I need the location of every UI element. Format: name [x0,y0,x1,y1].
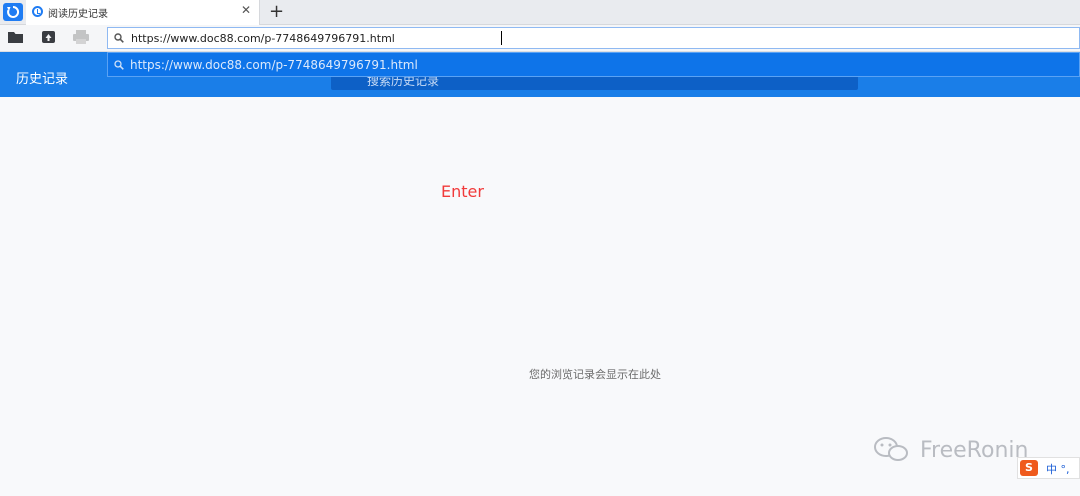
enter-annotation: Enter [441,182,484,201]
sogou-logo-icon: S [1020,460,1038,476]
tab-strip: 阅读历史记录 ✕ + [0,0,1080,25]
page-title: 历史记录 [16,72,69,87]
cloud-upload-icon[interactable] [40,29,60,47]
ime-mode-text: 中 °, [1046,463,1070,476]
print-icon[interactable] [72,29,92,47]
watermark-text: FreeRonin [920,438,1029,463]
refresh-logo-icon [7,5,20,18]
toolbar [0,25,1080,52]
empty-history-message: 您的浏览记录会显示在此处 [529,368,661,381]
ime-indicator[interactable]: S 中 °, [1017,457,1080,479]
tab-history[interactable]: 阅读历史记录 ✕ [26,0,260,25]
browser-logo-icon[interactable] [3,3,23,21]
address-bar[interactable] [107,27,1080,49]
text-caret [501,31,502,45]
suggestion-url: https://www.doc88.com/p-7748649796791.ht… [130,58,418,72]
wechat-icon [874,437,908,461]
url-input[interactable] [131,30,1031,46]
search-icon [114,60,124,70]
open-folder-icon[interactable] [7,29,27,47]
new-tab-button[interactable]: + [269,1,284,22]
search-icon [114,33,124,43]
tab-title: 阅读历史记录 [48,9,108,20]
history-clock-icon [32,6,43,17]
url-suggestion-item[interactable]: https://www.doc88.com/p-7748649796791.ht… [107,52,1080,77]
close-tab-icon[interactable]: ✕ [241,3,251,17]
